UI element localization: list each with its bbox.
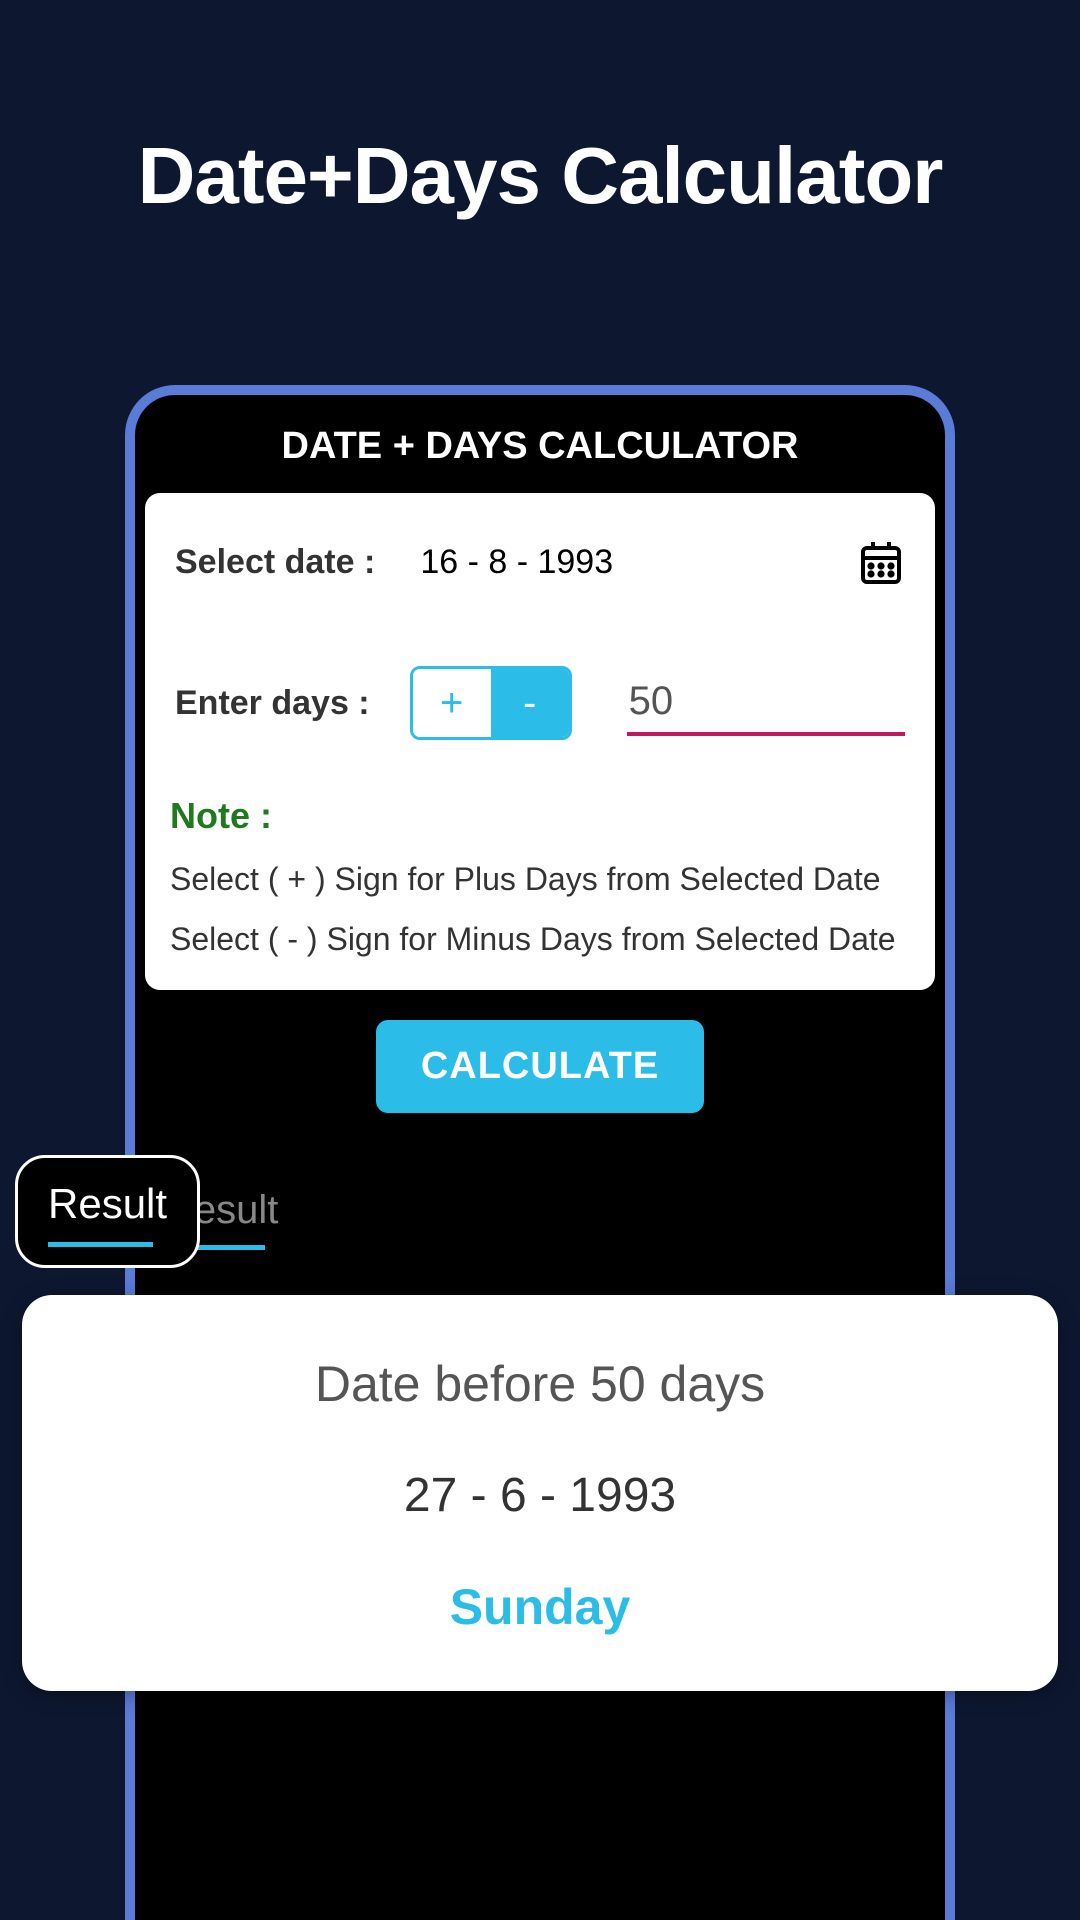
calendar-icon[interactable] (857, 538, 905, 586)
date-left: Select date : 16 - 8 - 1993 (175, 543, 613, 582)
note-plus-text: Select ( + ) Sign for Plus Days from Sel… (170, 859, 910, 901)
plus-toggle-button[interactable]: + (413, 669, 491, 737)
sign-toggle-group: + - (410, 666, 572, 740)
days-input-wrap (627, 671, 905, 736)
note-section: Note : Select ( + ) Sign for Plus Days f… (170, 795, 910, 960)
result-title: Date before 50 days (52, 1355, 1028, 1413)
days-row: Enter days : + - (170, 666, 910, 740)
note-minus-text: Select ( - ) Sign for Minus Days from Se… (170, 919, 910, 961)
app-header: DATE + DAYS CALCULATOR (135, 395, 945, 493)
minus-toggle-button[interactable]: - (491, 669, 569, 737)
result-badge-label: Result (48, 1180, 167, 1228)
page-title: Date+Days Calculator (0, 0, 1080, 222)
calculate-button[interactable]: CALCULATE (376, 1020, 704, 1113)
result-day: Sunday (52, 1578, 1028, 1636)
days-input[interactable] (627, 671, 905, 736)
note-label: Note : (170, 795, 910, 837)
enter-days-label: Enter days : (175, 684, 370, 723)
result-label-background: Result (165, 1188, 945, 1233)
selected-date-value: 16 - 8 - 1993 (420, 543, 613, 582)
result-badge: Result (15, 1155, 200, 1268)
date-row: Select date : 16 - 8 - 1993 (170, 538, 910, 586)
result-card: Date before 50 days 27 - 6 - 1993 Sunday (22, 1295, 1058, 1691)
result-badge-underline (48, 1242, 153, 1247)
select-date-label: Select date : (175, 543, 375, 582)
result-date: 27 - 6 - 1993 (52, 1468, 1028, 1523)
input-card: Select date : 16 - 8 - 1993 (145, 493, 935, 990)
